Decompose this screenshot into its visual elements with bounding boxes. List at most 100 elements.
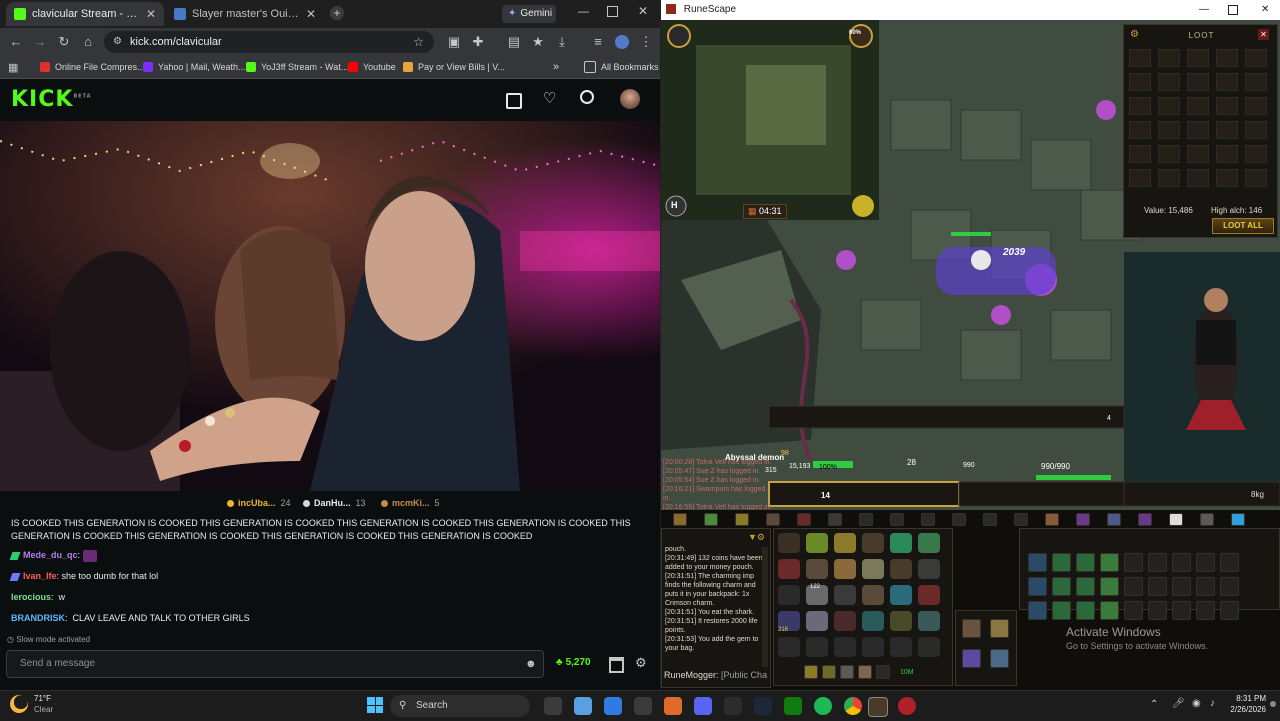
network-icon[interactable]: ◉ [1192, 698, 1201, 709]
notification-icon[interactable] [1270, 701, 1276, 707]
inventory-slot[interactable] [862, 611, 884, 631]
interface-tab-icon[interactable] [1169, 513, 1183, 526]
gemini-button[interactable]: ✦ Gemini [502, 5, 556, 23]
interface-tab-icon[interactable] [952, 513, 966, 526]
address-bar[interactable]: ⚙ kick.com/clavicular ☆ [104, 31, 434, 53]
bookmark-item[interactable]: Online File Compres... [40, 60, 145, 74]
settings-app-icon[interactable] [634, 697, 652, 715]
rs-close-icon[interactable]: ✕ [1261, 0, 1269, 20]
inventory-slot[interactable] [890, 637, 912, 657]
interface-tab-icon[interactable] [1045, 513, 1059, 526]
minimize-icon[interactable]: — [578, 6, 589, 18]
game-launcher-icon[interactable] [898, 697, 916, 715]
task-view-icon[interactable] [544, 697, 562, 715]
close-window-icon[interactable]: ✕ [638, 4, 648, 18]
loot-slot[interactable] [1245, 49, 1267, 67]
steam-icon[interactable] [754, 697, 772, 715]
ability-slot[interactable] [1100, 601, 1119, 620]
ability-slot[interactable] [1076, 553, 1095, 572]
leaderboard-entry[interactable]: mcmKi... 5 [381, 498, 440, 508]
loot-slot[interactable] [1216, 49, 1238, 67]
ability-grid[interactable] [1028, 553, 1273, 620]
loot-slot[interactable] [1187, 145, 1209, 163]
inventory-slot[interactable] [806, 533, 828, 553]
interface-tab-icon[interactable] [704, 513, 718, 526]
ability-slot[interactable] [1124, 553, 1143, 572]
ability-slot[interactable] [1220, 553, 1239, 572]
inventory-slot[interactable] [778, 637, 800, 657]
loot-slot[interactable] [1216, 145, 1238, 163]
ability-slot[interactable] [1052, 577, 1071, 596]
inventory-slot[interactable] [918, 559, 940, 579]
inventory-slot[interactable] [834, 611, 856, 631]
ability-slot[interactable] [1052, 601, 1071, 620]
loot-slot[interactable] [1158, 169, 1180, 187]
all-bookmarks-folder[interactable]: All Bookmarks [584, 60, 659, 74]
following-icon[interactable] [506, 93, 522, 109]
inventory-toolbar-button[interactable] [876, 665, 890, 679]
ability-slot[interactable] [1028, 601, 1047, 620]
close-tab-icon[interactable]: ✕ [306, 7, 316, 21]
inventory-slot[interactable] [918, 585, 940, 605]
interface-tab-icon[interactable] [1014, 513, 1028, 526]
start-icon[interactable] [367, 697, 383, 713]
ability-slot[interactable] [1220, 577, 1239, 596]
loot-grid[interactable] [1129, 49, 1273, 199]
interface-tab-icon[interactable] [983, 513, 997, 526]
loot-slot[interactable] [1216, 121, 1238, 139]
close-tab-icon[interactable]: ✕ [146, 7, 156, 21]
inventory-slot[interactable] [834, 559, 856, 579]
inventory-slot[interactable] [806, 637, 828, 657]
interface-tab-icon[interactable] [797, 513, 811, 526]
inventory-slot[interactable] [806, 611, 828, 631]
emoji-icon[interactable]: ☻ [525, 658, 537, 670]
menu-icon[interactable]: ⋮ [638, 34, 654, 50]
search-icon[interactable] [580, 90, 594, 104]
video-player[interactable] [0, 121, 660, 491]
channel-points[interactable]: ♣ 5,270 [556, 657, 591, 668]
user-avatar[interactable] [620, 89, 640, 109]
loot-slot[interactable] [1129, 73, 1151, 91]
chat-input[interactable]: Send a message [6, 650, 544, 678]
interface-tab-icon[interactable] [1200, 513, 1214, 526]
quick-slot[interactable] [990, 649, 1009, 668]
spotify-icon[interactable] [814, 697, 832, 715]
inventory-toolbar-button[interactable] [858, 665, 872, 679]
maximize-icon[interactable] [607, 6, 618, 17]
loot-slot[interactable] [1216, 97, 1238, 115]
chat-username[interactable]: Mede_du_qc [23, 549, 78, 562]
chat-username[interactable]: BRANDRISK [11, 613, 65, 623]
inventory-slot[interactable] [918, 533, 940, 553]
prayer-orb-value[interactable]: 60% [849, 30, 861, 36]
extension-icon[interactable]: ▣ [446, 34, 462, 50]
sidepanel-icon[interactable]: ▤ [506, 34, 522, 50]
inventory-slot[interactable] [862, 637, 884, 657]
tab-kick[interactable]: clavicular Stream - Watch L ✕ [6, 2, 164, 26]
forward-icon[interactable]: → [32, 34, 48, 50]
taskbar-search[interactable]: ⚲ Search [390, 695, 530, 717]
loot-slot[interactable] [1158, 145, 1180, 163]
inventory-slot[interactable] [890, 585, 912, 605]
home-icon[interactable]: ⌂ [80, 34, 96, 50]
chat-scrollbar[interactable] [762, 547, 768, 667]
ability-slot[interactable] [1196, 601, 1215, 620]
loot-slot[interactable] [1129, 97, 1151, 115]
interface-tab-icon[interactable] [859, 513, 873, 526]
copilot-icon[interactable] [574, 697, 592, 715]
loot-slot[interactable] [1187, 49, 1209, 67]
loot-slot[interactable] [1129, 169, 1151, 187]
ability-slot[interactable] [1220, 601, 1239, 620]
chat-username[interactable]: lerocious [11, 592, 51, 602]
ability-slot[interactable] [1148, 601, 1167, 620]
brave-icon[interactable] [664, 697, 682, 715]
site-info-icon[interactable]: ⚙ [113, 31, 122, 53]
ability-slot[interactable] [1196, 577, 1215, 596]
interface-tab-icon[interactable] [735, 513, 749, 526]
kick-logo[interactable]: KICKBETA [11, 87, 92, 112]
runescape-taskbar-icon[interactable] [868, 697, 888, 717]
ability-slot[interactable] [1028, 577, 1047, 596]
ability-slot[interactable] [1148, 577, 1167, 596]
inventory-slot[interactable] [862, 559, 884, 579]
interface-tab-icon[interactable] [766, 513, 780, 526]
loot-slot[interactable] [1129, 121, 1151, 139]
